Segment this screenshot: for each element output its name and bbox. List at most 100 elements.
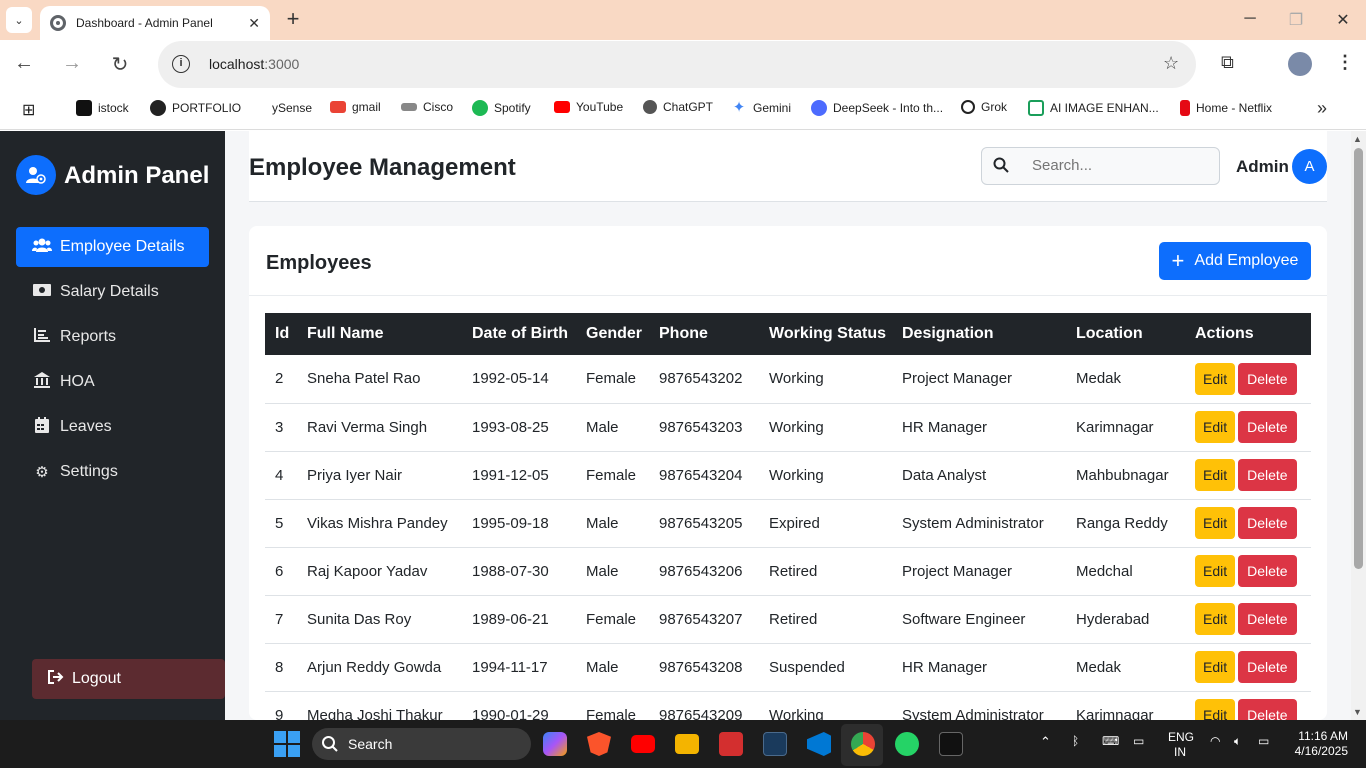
delete-button[interactable]: Delete [1238, 459, 1297, 491]
logout-icon [48, 669, 64, 689]
table-row: 6 Raj Kapoor Yadav 1988-07-30 Male 987654320… [265, 547, 1311, 595]
users-icon [32, 237, 52, 257]
plus-icon: + [1171, 248, 1185, 273]
bookmark-istock[interactable]: istock [76, 100, 129, 116]
edit-button[interactable]: Edit [1195, 555, 1236, 587]
acrobat-icon[interactable] [719, 732, 743, 756]
logout-button[interactable]: Logout [32, 659, 225, 699]
language-indicator[interactable]: ENG IN [1168, 730, 1194, 760]
keyboard-icon[interactable]: ⌨ [1102, 734, 1119, 748]
delete-button[interactable]: Delete [1238, 555, 1297, 587]
sidebar-item-settings[interactable]: ⚙ Settings [16, 452, 209, 492]
chrome-icon[interactable] [851, 732, 875, 756]
minimize-button[interactable]: ─ [1240, 10, 1260, 28]
table-row: 4 Priya Iyer Nair 1991-12-05 Female 98765432… [265, 451, 1311, 499]
display-icon[interactable]: ▭ [1133, 734, 1144, 748]
reload-button[interactable]: ↻ [108, 52, 132, 77]
edit-button[interactable]: Edit [1195, 507, 1236, 539]
bookmark-ai-image[interactable]: AI IMAGE ENHAN... [1028, 100, 1159, 116]
bluetooth-icon[interactable]: ᛒ [1072, 734, 1079, 748]
bookmark-portfolio[interactable]: PORTFOLIO [150, 100, 241, 116]
table-cell: Male [586, 562, 619, 580]
tab-search-button[interactable]: ⌄ [6, 7, 32, 33]
address-bar[interactable] [158, 41, 1196, 88]
url-text[interactable]: localhost:3000 [209, 56, 299, 72]
new-tab-button[interactable]: + [282, 8, 304, 30]
edit-button[interactable]: Edit [1195, 459, 1236, 491]
bookmark-netflix[interactable]: Home - Netflix [1180, 100, 1272, 116]
windows-start-icon[interactable] [274, 731, 300, 757]
add-employee-button[interactable]: + Add Employee [1159, 242, 1311, 280]
table-cell: 4 [275, 466, 284, 484]
edit-button[interactable]: Edit [1195, 411, 1236, 443]
table-cell: Retired [769, 610, 818, 628]
bookmark-youtube[interactable]: YouTube [554, 100, 623, 114]
edit-button[interactable]: Edit [1195, 362, 1236, 395]
copilot-icon[interactable] [543, 732, 567, 756]
edit-button[interactable]: Edit [1195, 603, 1236, 635]
browser-menu-icon[interactable]: ⋮ [1336, 52, 1354, 73]
table-cell: 3 [275, 418, 284, 436]
sidebar-item-leaves[interactable]: Leaves [16, 407, 209, 447]
bookmark-star-icon[interactable]: ☆ [1163, 53, 1179, 74]
column-header: Gender [586, 325, 643, 342]
bookmark-ysense[interactable]: ySense [252, 100, 312, 116]
table-cell: Medchal [1076, 562, 1133, 580]
edit-button[interactable]: Edit [1195, 651, 1236, 683]
wifi-icon[interactable]: ◠ [1210, 734, 1220, 748]
sidebar-item-salary-details[interactable]: Salary Details [16, 272, 209, 312]
column-header: Full Name [307, 325, 384, 342]
show-hidden-icons[interactable]: ⌃ [1040, 734, 1051, 750]
delete-button[interactable]: Delete [1238, 411, 1297, 443]
bookmark-grok[interactable]: Grok [961, 100, 1007, 114]
scroll-down-arrow[interactable]: ▼ [1353, 707, 1362, 717]
bookmark-cisco[interactable]: Cisco [401, 100, 453, 114]
tab-title: Dashboard - Admin Panel [76, 16, 213, 30]
sidebar-item-reports[interactable]: Reports [16, 317, 209, 357]
bookmark-chatgpt[interactable]: ChatGPT [643, 100, 713, 114]
maximize-button[interactable]: ❐ [1286, 10, 1306, 30]
bookmark-spotify[interactable]: Spotify [472, 100, 531, 116]
delete-button[interactable]: Delete [1238, 507, 1297, 539]
taskbar-search-label: Search [348, 736, 393, 752]
close-window-button[interactable]: ✕ [1333, 10, 1353, 30]
bookmarks-more-icon[interactable]: » [1317, 98, 1327, 119]
browser-tab[interactable]: Dashboard - Admin Panel ✕ [40, 6, 270, 40]
forward-button[interactable]: → [60, 52, 84, 75]
sidebar-item-hoa[interactable]: HOA [16, 362, 209, 402]
youtube-taskbar-icon[interactable] [631, 735, 655, 753]
close-tab-icon[interactable]: ✕ [248, 15, 260, 32]
bookmark-gmail[interactable]: gmail [330, 100, 381, 114]
avatar[interactable]: A [1292, 149, 1327, 184]
terminal-icon[interactable] [939, 732, 963, 756]
bookmark-label: gmail [352, 100, 381, 114]
file-explorer-icon[interactable] [675, 734, 699, 754]
back-button[interactable]: ← [12, 52, 36, 75]
ysense-icon [252, 100, 266, 116]
whatsapp-icon[interactable] [895, 732, 919, 756]
battery-icon[interactable]: ▭ [1258, 734, 1269, 748]
taskbar-clock[interactable]: 11:16 AM 4/16/2025 [1288, 729, 1348, 759]
table-cell: Expired [769, 514, 820, 532]
search-input[interactable] [1032, 157, 1202, 174]
bookmark-gemini[interactable]: ✦ Gemini [731, 100, 791, 116]
apps-grid-icon[interactable]: ⊞ [22, 100, 35, 120]
delete-button[interactable]: Delete [1238, 362, 1297, 395]
clock-date: 4/16/2025 [1294, 744, 1348, 758]
deepseek-icon [811, 100, 827, 116]
scroll-up-arrow[interactable]: ▲ [1353, 134, 1362, 144]
delete-button[interactable]: Delete [1238, 603, 1297, 635]
extensions-icon[interactable]: ⧉ [1221, 52, 1243, 74]
scrollbar-thumb[interactable] [1354, 148, 1363, 569]
taskbar-search[interactable]: Search [312, 728, 531, 760]
bookmark-deepseek[interactable]: DeepSeek - Into th... [811, 100, 943, 116]
profile-avatar[interactable] [1288, 52, 1312, 76]
search-icon [993, 157, 1009, 173]
card-title: Employees [266, 252, 372, 274]
site-info-icon[interactable]: i [172, 55, 190, 73]
sidebar-item-employee-details[interactable]: Employee Details [16, 227, 209, 267]
column-header: Location [1076, 325, 1143, 342]
mysql-workbench-icon[interactable] [763, 732, 787, 756]
delete-button[interactable]: Delete [1238, 651, 1297, 683]
volume-icon[interactable]: 🔈︎ [1234, 734, 1241, 749]
